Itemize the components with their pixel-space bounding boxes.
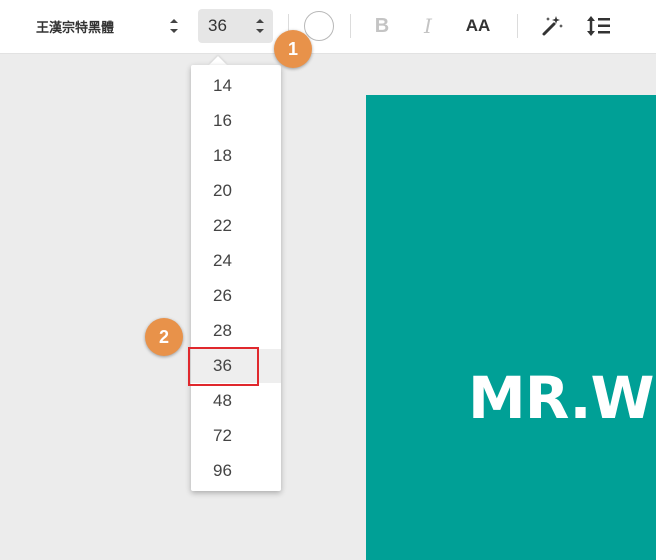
text-color-picker[interactable]: [304, 11, 334, 41]
font-size-option[interactable]: 20: [191, 174, 281, 208]
font-size-option[interactable]: 26: [191, 279, 281, 313]
step-badge-2: 2: [145, 318, 183, 356]
dropdown-caret: [209, 56, 227, 65]
font-family-label: 王漢宗特黑體: [36, 20, 115, 36]
divider: [517, 14, 518, 38]
font-size-option[interactable]: 16: [191, 104, 281, 138]
toolbar: 王漢宗特黑體 36 B I AA: [0, 0, 656, 54]
magic-wand-icon: [542, 16, 563, 36]
line-spacing-button[interactable]: [584, 12, 614, 40]
font-size-option[interactable]: 14: [191, 69, 281, 103]
font-size-value: 36: [208, 16, 227, 35]
selection-highlight-box: [188, 347, 259, 386]
font-size-option[interactable]: 24: [191, 244, 281, 278]
updown-arrows-icon: [170, 19, 178, 33]
font-size-option[interactable]: 28: [191, 314, 281, 348]
bold-button[interactable]: B: [370, 12, 394, 40]
divider: [350, 14, 351, 38]
canvas-text[interactable]: MR.W: [468, 369, 654, 427]
italic-button[interactable]: I: [416, 12, 440, 40]
font-size-select[interactable]: 36: [198, 9, 273, 43]
font-size-option[interactable]: 96: [191, 454, 281, 488]
font-size-dropdown: 14 16 18 20 22 24 26 28 36 48 72 96: [191, 65, 281, 491]
updown-arrows-icon: [256, 19, 264, 33]
step-badge-1: 1: [274, 30, 312, 68]
uppercase-button[interactable]: AA: [460, 12, 496, 40]
font-size-option[interactable]: 72: [191, 419, 281, 453]
design-canvas[interactable]: MR.W: [366, 95, 656, 560]
line-spacing-icon: [587, 16, 610, 36]
effects-button[interactable]: [538, 12, 566, 40]
font-family-select[interactable]: 王漢宗特黑體: [28, 10, 186, 42]
font-size-option[interactable]: 48: [191, 384, 281, 418]
font-size-option[interactable]: 18: [191, 139, 281, 173]
font-size-option[interactable]: 22: [191, 209, 281, 243]
